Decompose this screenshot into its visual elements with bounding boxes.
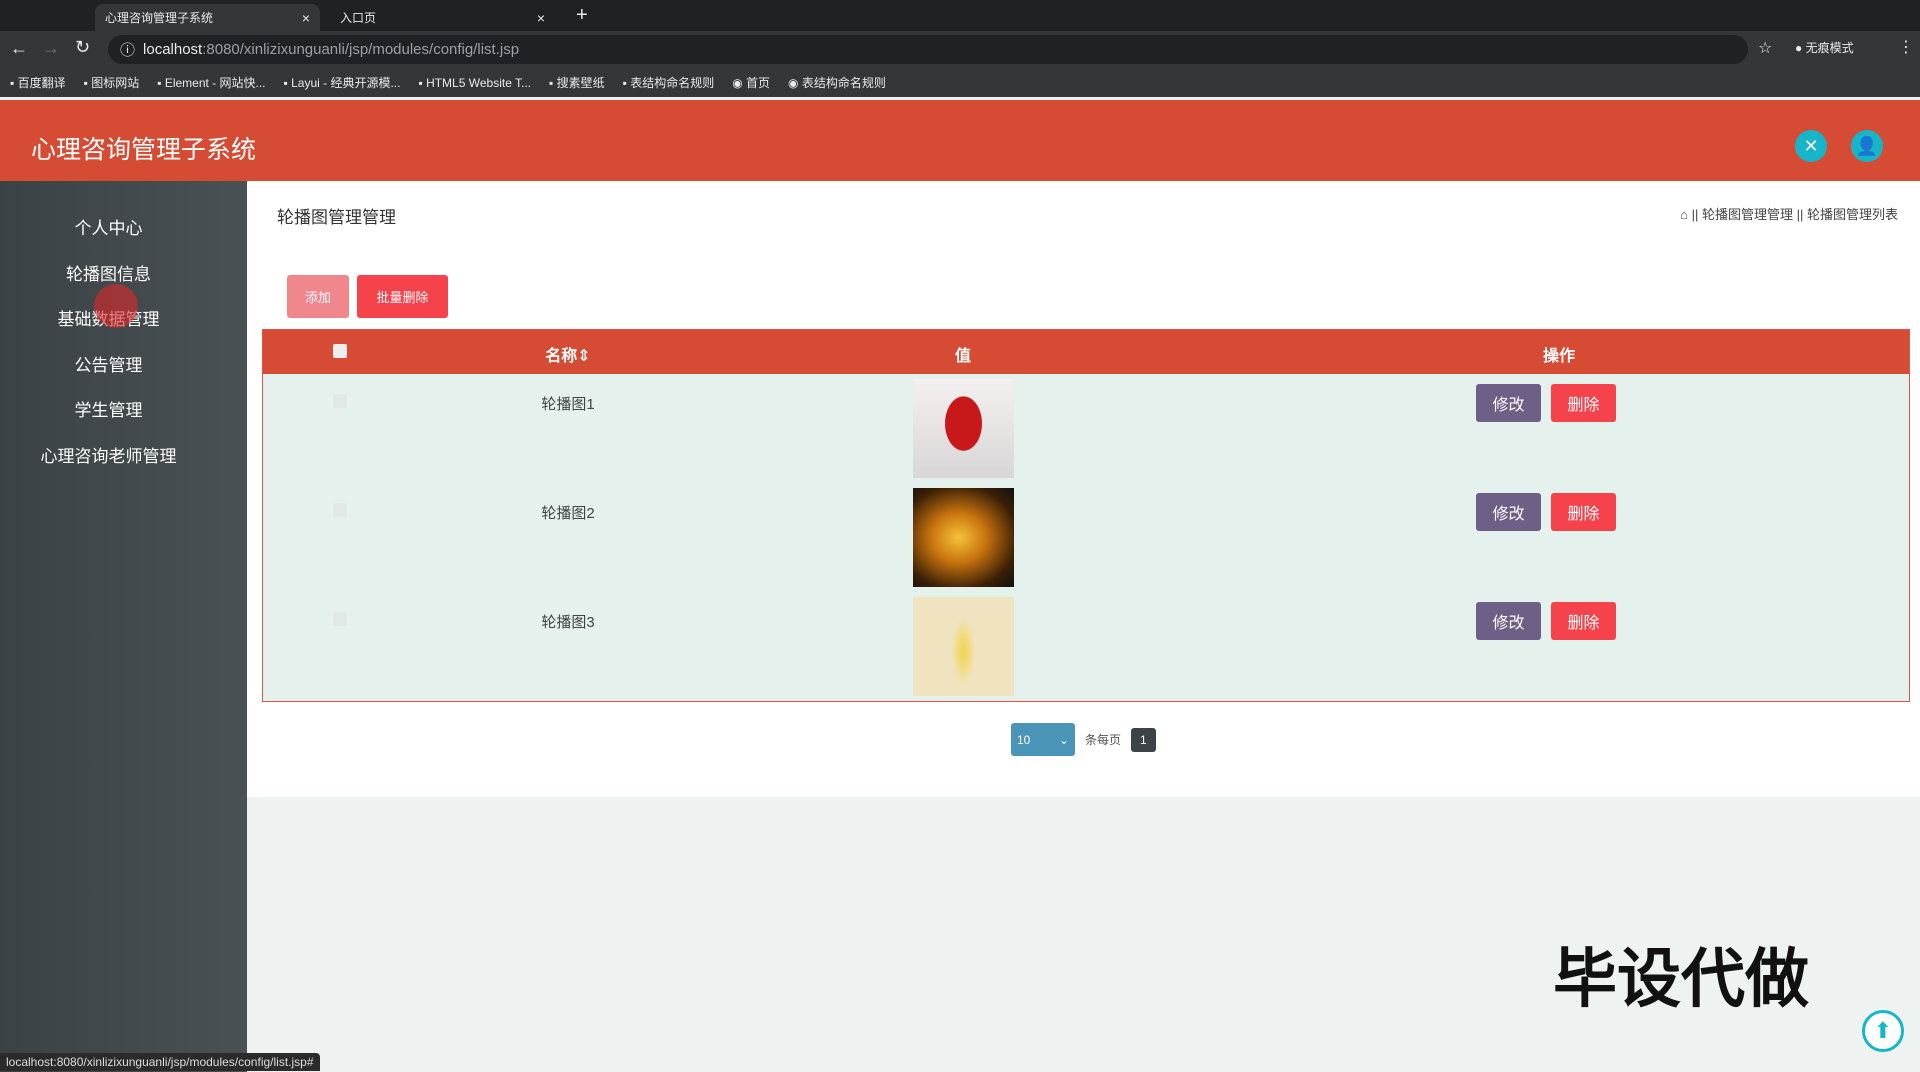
watermark-text: 毕设代做 (1553, 943, 1809, 1015)
bookmark-label: 百度翻译 (17, 76, 66, 90)
fullscreen-icon[interactable]: ✕ (1795, 130, 1827, 162)
sidebar-item-notices[interactable]: 公告管理 (0, 351, 217, 376)
status-bar-url: localhost:8080/xinlizixunguanli/jsp/modu… (0, 1053, 320, 1071)
bookmark-label: HTML5 Website T... (426, 75, 531, 90)
bookmark[interactable]: ◉ 表结构命名规则 (788, 74, 886, 91)
carousel-image (913, 488, 1014, 587)
click-indicator (94, 284, 138, 328)
back-to-top-icon[interactable]: ⬆ (1862, 1010, 1904, 1052)
bookmark[interactable]: ▪ Layui - 经典开源模... (284, 74, 401, 91)
delete-button[interactable]: 删除 (1551, 493, 1616, 531)
batch-delete-button[interactable]: 批量删除 (357, 275, 448, 318)
browser-tab-bar: 心理咨询管理子系统 × 入口页 × + (0, 0, 1920, 31)
sidebar: 个人中心 轮播图信息 基础数据管理 公告管理 学生管理 心理咨询老师管理 (0, 181, 247, 1072)
column-name[interactable]: 名称⇕ (545, 342, 590, 366)
user-icon[interactable]: 👤 (1851, 130, 1883, 162)
bookmark[interactable]: ▪ 图标网站 (84, 74, 140, 91)
address-bar-row: ← → ↻ ⓘ localhost:8080/xinlizixunguanli/j… (0, 31, 1920, 68)
page-size-select[interactable]: 10 ⌄ (1011, 723, 1075, 756)
forward-icon[interactable]: → (42, 38, 60, 59)
bookmark[interactable]: ▪ 百度翻译 (10, 74, 66, 91)
incognito-indicator[interactable]: ● 无痕模式 (1795, 39, 1854, 56)
incognito-label: 无痕模式 (1805, 41, 1854, 55)
table-row: 轮播图3 修改 删除 (263, 592, 1909, 701)
delete-button[interactable]: 删除 (1551, 384, 1616, 422)
breadcrumb-item[interactable]: 轮播图管理管理 (1702, 207, 1793, 222)
tab-label: 心理咨询管理子系统 (105, 11, 214, 25)
bookmark-label: 搜素壁纸 (556, 76, 605, 90)
sidebar-item-teachers[interactable]: 心理咨询老师管理 (0, 442, 217, 467)
url-host: localhost (143, 41, 203, 58)
edit-button[interactable]: 修改 (1476, 602, 1541, 640)
app-header: 心理咨询管理子系统 ✕ 👤 (0, 100, 1920, 181)
close-tab-icon[interactable]: × (537, 10, 545, 26)
carousel-image (913, 597, 1014, 696)
url-path: :8080/xinlizixunguanli/jsp/modules/confi… (202, 41, 520, 58)
bookmark-label: Layui - 经典开源模... (291, 76, 401, 90)
bookmark-label: 表结构命名规则 (801, 76, 886, 90)
bookmark-label: 首页 (746, 76, 771, 90)
sidebar-item-carousel[interactable]: 轮播图信息 (0, 260, 217, 285)
reload-icon[interactable]: ↻ (75, 37, 90, 58)
sidebar-item-profile[interactable]: 个人中心 (0, 214, 217, 239)
edit-button[interactable]: 修改 (1476, 493, 1541, 531)
column-label: 名称 (545, 348, 578, 365)
bookmark[interactable]: ◉ 首页 (732, 74, 770, 91)
url-input[interactable]: ⓘ localhost:8080/xinlizixunguanli/jsp/mod… (108, 35, 1748, 64)
row-name: 轮播图1 (541, 396, 595, 413)
row-checkbox[interactable] (333, 503, 347, 517)
tab-active[interactable]: 心理咨询管理子系统 × (95, 4, 320, 31)
bookmark-label: 表结构命名规则 (630, 76, 715, 90)
sort-icon[interactable]: ⇕ (577, 348, 590, 365)
add-button[interactable]: 添加 (287, 275, 349, 318)
page-size-value: 10 (1017, 732, 1031, 747)
info-icon: ⓘ (120, 42, 136, 59)
app-title: 心理咨询管理子系统 (31, 136, 257, 164)
breadcrumb: ⌂ || 轮播图管理管理 || 轮播图管理列表 (1680, 204, 1898, 223)
close-tab-icon[interactable]: × (302, 10, 310, 26)
edit-button[interactable]: 修改 (1476, 384, 1541, 422)
page-1-button[interactable]: 1 (1131, 727, 1156, 752)
row-checkbox[interactable] (333, 612, 347, 626)
sidebar-item-students[interactable]: 学生管理 (0, 396, 217, 421)
breadcrumb-sep: || (1796, 207, 1804, 222)
row-name: 轮播图3 (541, 614, 595, 631)
tab-label: 入口页 (340, 11, 377, 25)
tab-entry[interactable]: 入口页 × (330, 4, 555, 31)
chevron-down-icon: ⌄ (1058, 732, 1069, 747)
home-icon[interactable]: ⌂ (1680, 207, 1688, 222)
main-panel: 轮播图管理管理 ⌂ || 轮播图管理管理 || 轮播图管理列表 添加 批量删除 … (247, 181, 1920, 797)
column-value: 值 (954, 348, 972, 365)
row-checkbox[interactable] (333, 394, 347, 408)
bookmark-label: 图标网站 (91, 76, 140, 90)
table-row: 轮播图1 修改 删除 (263, 374, 1909, 483)
carousel-image (913, 379, 1014, 478)
column-actions: 操作 (1542, 348, 1576, 365)
per-page-label: 条每页 (1085, 733, 1122, 747)
bookmark[interactable]: ▪ 搜素壁纸 (549, 74, 605, 91)
breadcrumb-sep: || (1691, 207, 1699, 222)
star-icon[interactable]: ☆ (1758, 38, 1772, 58)
bookmarks-bar: ▪ 百度翻译 ▪ 图标网站 ▪ Element - 网站快... ▪ Layui… (0, 68, 1920, 97)
menu-icon[interactable]: ⋮ (1898, 37, 1914, 57)
back-icon[interactable]: ← (10, 38, 28, 59)
select-all-checkbox[interactable] (333, 344, 347, 358)
breadcrumb-item: 轮播图管理列表 (1806, 207, 1898, 222)
delete-button[interactable]: 删除 (1551, 602, 1616, 640)
pagination: 10 ⌄ 条每页 1 (1011, 723, 1156, 756)
page-title: 轮播图管理管理 (277, 208, 396, 227)
bookmark[interactable]: ▪ Element - 网站快... (157, 74, 265, 91)
row-name: 轮播图2 (541, 505, 595, 522)
bookmark[interactable]: ▪ HTML5 Website T... (418, 76, 531, 90)
bookmark-label: Element - 网站快... (164, 76, 266, 90)
table-header: 名称⇕ 值 操作 (263, 330, 1909, 374)
bookmark[interactable]: ▪ 表结构命名规则 (623, 74, 715, 91)
table-row: 轮播图2 修改 删除 (263, 483, 1909, 592)
data-table: 名称⇕ 值 操作 轮播图1 修改 删除 轮播图2 修改 删除 轮播图3 修改 删… (262, 329, 1910, 702)
new-tab-button[interactable]: + (576, 4, 588, 27)
